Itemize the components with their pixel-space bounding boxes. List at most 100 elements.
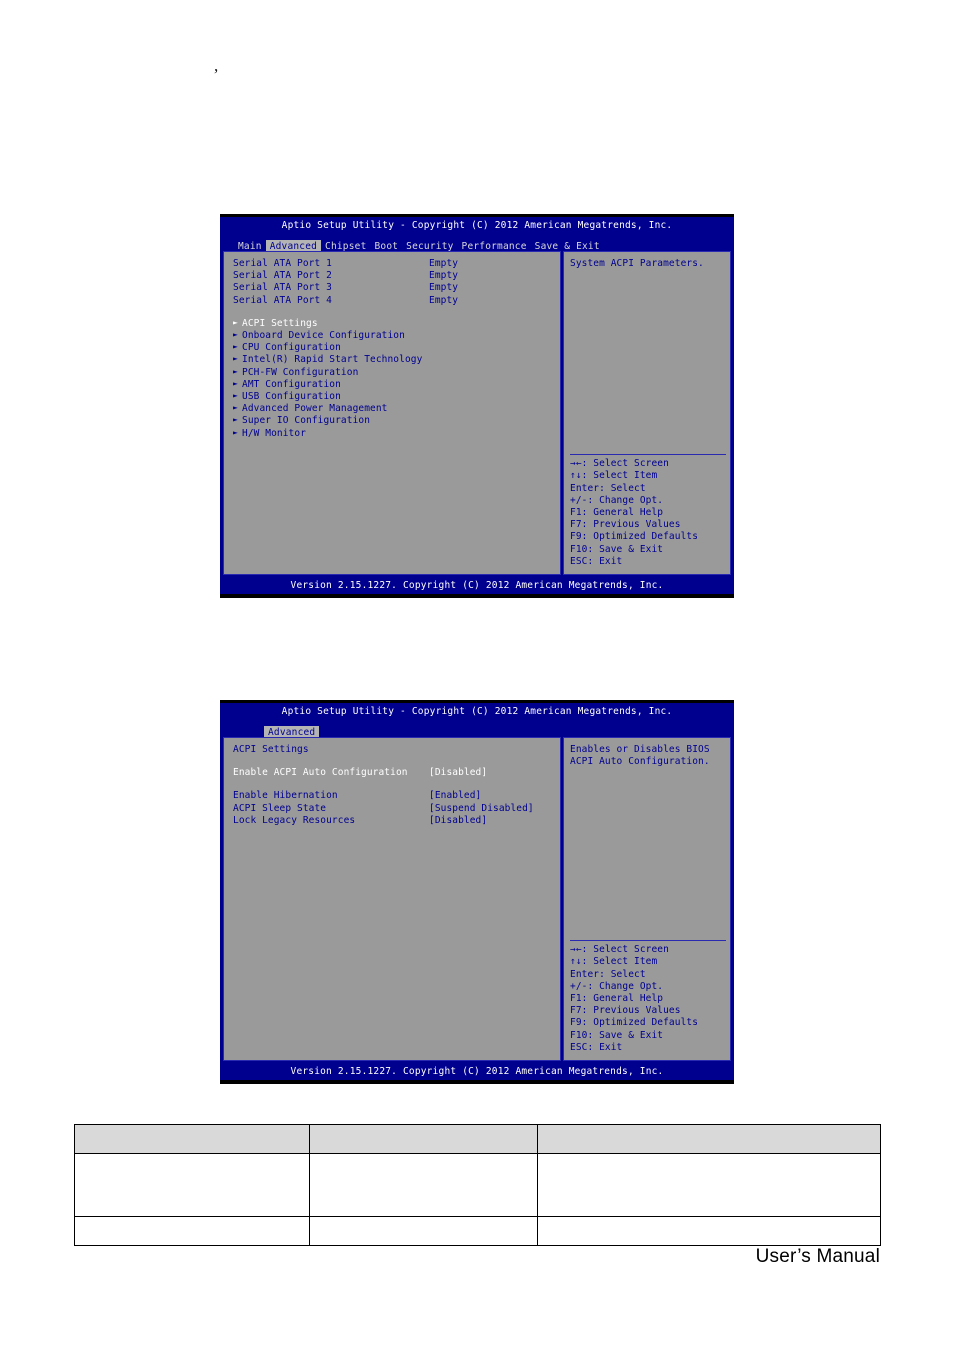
key-select-screen: →←: Select Screen [570, 458, 669, 470]
submenu-arrow-icon: ► [233, 366, 238, 376]
key-change-opt: +/-: Change Opt. [570, 494, 664, 506]
sata-port-row: Serial ATA Port 3 Empty [233, 282, 560, 294]
key-save-exit: F10: Save & Exit [570, 1029, 664, 1041]
menu-item-label: Intel(R) Rapid Start Technology [242, 354, 423, 366]
key-select-item: ↑↓: Select Item [570, 470, 658, 482]
key-select-item: ↑↓: Select Item [570, 956, 658, 968]
table-cell [309, 1153, 538, 1217]
table-cell [74, 1216, 310, 1246]
table-header-row [74, 1124, 881, 1154]
table-row [74, 1216, 881, 1246]
setting-row-acpi-sleep-state[interactable]: ACPI Sleep State [Suspend Disabled] [233, 803, 560, 815]
sata-port-4-value: Empty [429, 294, 459, 306]
bios-tab-bar-2: Advanced [220, 720, 734, 739]
key-select-screen: →←: Select Screen [570, 944, 669, 956]
sata-port-row: Serial ATA Port 2 Empty [233, 270, 560, 282]
page-footer-label: User’s Manual [755, 1246, 880, 1267]
section-heading-acpi-settings: ACPI Settings [233, 744, 309, 755]
submenu-arrow-icon: ► [233, 330, 238, 340]
setting-label: ACPI Sleep State [233, 802, 327, 814]
bios-screenshot-acpi-settings: Aptio Setup Utility - Copyright (C) 2012… [220, 700, 734, 1084]
bios-title-bar-1: Aptio Setup Utility - Copyright (C) 2012… [220, 217, 734, 234]
sata-port-1-value: Empty [429, 258, 459, 269]
sata-port-4-label: Serial ATA Port 4 [233, 294, 332, 306]
key-previous-values: F7: Previous Values [570, 519, 681, 531]
setting-label: Lock Legacy Resources [233, 814, 356, 826]
key-optimized-defaults: F9: Optimized Defaults [570, 531, 699, 543]
setting-value[interactable]: [Disabled] [429, 815, 487, 827]
setting-label: Enable ACPI Auto Configuration [233, 767, 408, 779]
key-optimized-defaults: F9: Optimized Defaults [570, 1017, 699, 1029]
bios-screenshot-advanced: Aptio Setup Utility - Copyright (C) 2012… [220, 214, 734, 598]
table-header-cell [537, 1124, 881, 1154]
setting-row-enable-acpi-auto-configuration[interactable]: Enable ACPI Auto Configuration [Disabled] [233, 767, 560, 779]
sata-port-row: Serial ATA Port 1 Empty [233, 258, 560, 270]
menu-item-intel-rapid-start-technology[interactable]: ► Intel(R) Rapid Start Technology [233, 354, 560, 366]
setting-value[interactable]: [Disabled] [429, 767, 487, 779]
setting-value[interactable]: [Suspend Disabled] [429, 803, 534, 815]
key-general-help: F1: General Help [570, 506, 664, 518]
menu-item-super-io-configuration[interactable]: ► Super IO Configuration [233, 415, 560, 427]
help-description-1: System ACPI Parameters. [570, 258, 704, 269]
sata-port-2-value: Empty [429, 270, 459, 282]
key-previous-values: F7: Previous Values [570, 1005, 681, 1017]
key-legend-divider [570, 940, 726, 942]
menu-item-label: ACPI Settings [242, 317, 318, 329]
bios-bottom-edge-1 [220, 594, 734, 598]
sata-port-3-label: Serial ATA Port 3 [233, 282, 332, 294]
menu-item-label: CPU Configuration [242, 342, 341, 354]
menu-item-onboard-device-configuration[interactable]: ► Onboard Device Configuration [233, 330, 560, 342]
help-description-2: Enables or Disables BIOS ACPI Auto Confi… [570, 744, 710, 768]
menu-item-label: Super IO Configuration [242, 415, 371, 427]
bios-bottom-edge-2 [220, 1080, 734, 1084]
table-row [74, 1153, 881, 1217]
table-cell [537, 1216, 881, 1246]
submenu-arrow-icon: ► [233, 391, 238, 401]
setting-label: Enable Hibernation [233, 790, 338, 802]
submenu-arrow-icon: ► [233, 317, 238, 327]
table-header-cell [309, 1124, 538, 1154]
bios-settings-pane-2: ACPI Settings Enable ACPI Auto Configura… [223, 737, 561, 1061]
menu-item-advanced-power-management[interactable]: ► Advanced Power Management [233, 403, 560, 415]
bios-body-1: Serial ATA Port 1 Empty Serial ATA Port 2… [220, 249, 734, 578]
sata-port-3-value: Empty [429, 282, 459, 294]
sata-port-1-label: Serial ATA Port 1 [233, 258, 332, 269]
key-legend-divider [570, 454, 726, 456]
submenu-arrow-icon: ► [233, 403, 238, 413]
bios-help-pane-1: System ACPI Parameters. →←: Select Scree… [563, 251, 731, 575]
menu-item-label: USB Configuration [242, 391, 341, 403]
setting-value[interactable]: [Enabled] [429, 790, 481, 802]
menu-item-amt-configuration[interactable]: ► AMT Configuration [233, 379, 560, 391]
specification-table [74, 1124, 881, 1246]
submenu-arrow-icon: ► [233, 354, 238, 364]
table-cell [74, 1153, 310, 1217]
submenu-arrow-icon: ► [233, 378, 238, 388]
menu-item-label: PCH-FW Configuration [242, 366, 359, 378]
menu-item-acpi-settings[interactable]: ► ACPI Settings [233, 318, 560, 330]
menu-item-label: Onboard Device Configuration [242, 330, 405, 342]
row-group-spacer [233, 779, 560, 790]
bios-settings-pane-1: Serial ATA Port 1 Empty Serial ATA Port 2… [223, 251, 561, 575]
submenu-arrow-icon: ► [233, 427, 238, 437]
key-enter-select: Enter: Select [570, 482, 646, 494]
sata-port-2-label: Serial ATA Port 2 [233, 270, 332, 282]
setting-row-enable-hibernation[interactable]: Enable Hibernation [Enabled] [233, 790, 560, 802]
key-esc-exit: ESC: Exit [570, 1041, 623, 1053]
setting-row-lock-legacy-resources[interactable]: Lock Legacy Resources [Disabled] [233, 815, 560, 827]
menu-item-label: Advanced Power Management [242, 403, 388, 415]
menu-item-hw-monitor[interactable]: ► H/W Monitor [233, 428, 560, 440]
menu-item-label: AMT Configuration [242, 378, 341, 390]
bios-tab-bar-1: Main Advanced Chipset Boot Security Performan… [220, 234, 734, 253]
key-esc-exit: ESC: Exit [570, 555, 623, 567]
menu-item-cpu-configuration[interactable]: ► CPU Configuration [233, 342, 560, 354]
key-enter-select: Enter: Select [570, 968, 646, 980]
key-change-opt: +/-: Change Opt. [570, 980, 664, 992]
menu-item-pch-fw-configuration[interactable]: ► PCH-FW Configuration [233, 367, 560, 379]
menu-item-label: H/W Monitor [242, 427, 307, 439]
table-cell [309, 1216, 538, 1246]
menu-item-usb-configuration[interactable]: ► USB Configuration [233, 391, 560, 403]
submenu-arrow-icon: ► [233, 415, 238, 425]
bios-version-bar-1: Version 2.15.1227. Copyright (C) 2012 Am… [220, 578, 734, 594]
bios-key-legend-1: →←: Select Screen ↑↓: Select Item Enter:… [570, 454, 726, 568]
